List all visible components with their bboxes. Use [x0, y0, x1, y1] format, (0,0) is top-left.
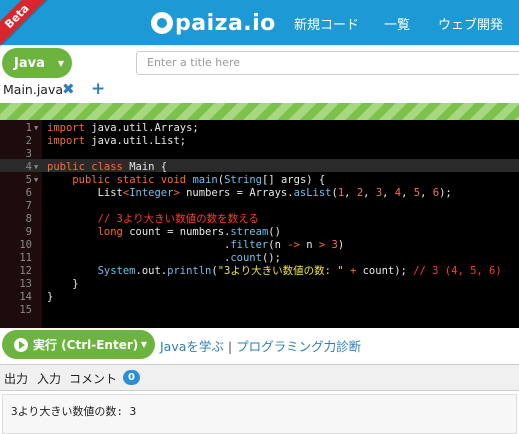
language-select-button[interactable]: Java ▼ [2, 48, 72, 78]
line-number: 7 [25, 200, 32, 212]
code-line: import java.util.List; [47, 135, 187, 147]
nav-web-dev[interactable]: ウェブ開発 [438, 14, 503, 33]
paiza-logo[interactable]: paiza.io [151, 10, 276, 36]
output-panel: 3より大きい数値の数: 3 [2, 394, 517, 434]
line-number: 8 [25, 213, 32, 225]
line-number: 9 [25, 226, 32, 238]
code-line: import java.util.Arrays; [47, 122, 199, 134]
code-line: public static void main(String[] args) { [72, 174, 326, 186]
fold-arrow-icon[interactable]: ▼ [34, 161, 38, 174]
line-number: 15 [19, 304, 32, 316]
code-line: .count(); [47, 252, 281, 264]
tab-input[interactable]: 入力 [37, 370, 61, 387]
code-editor[interactable]: 1 2 3 4 5 6 7 8 9 10 11 12 13 14 15 ▼ ▼ … [0, 120, 519, 328]
code-line: List<Integer> numbers = Arrays.asList(1,… [47, 187, 452, 199]
output-text: 3より大きい数値の数: 3 [11, 405, 137, 418]
play-icon [14, 337, 28, 352]
add-tab-icon[interactable]: + [91, 79, 105, 99]
code-line: } [47, 291, 54, 303]
code-line: // 3より大きい数値の数を数える [97, 213, 259, 225]
line-number: 3 [25, 148, 32, 160]
code-line: .filter(n -> n > 3) [47, 239, 345, 251]
fold-arrow-icon[interactable]: ▼ [34, 174, 38, 187]
line-number: 6 [25, 187, 32, 199]
caret-down-icon[interactable]: ▼ [141, 340, 147, 349]
line-number: 5 [25, 174, 32, 186]
file-tab-bar: Main.java ✖ + [0, 79, 519, 102]
editor-top-stripe [0, 103, 519, 120]
output-tab-bar: 出力 入力 コメント 0 [0, 364, 519, 391]
top-header: Beta paiza.io 新規コード 一覧 ウェブ開発 [0, 0, 519, 49]
run-label: 実行 (Ctrl-Enter) [33, 338, 139, 352]
learn-links: Javaを学ぶ | プログラミング力診断 [160, 336, 361, 355]
line-number: 1 [25, 122, 32, 134]
line-number: 2 [25, 135, 32, 147]
line-number: 14 [19, 291, 32, 303]
learn-java-link[interactable]: Javaを学ぶ [160, 339, 224, 354]
line-number: 4 [25, 161, 32, 173]
code-line: long count = numbers.stream() [97, 226, 281, 238]
fold-arrow-icon[interactable]: ▼ [34, 122, 38, 135]
tab-output[interactable]: 出力 [4, 370, 28, 387]
nav-list[interactable]: 一覧 [384, 14, 410, 33]
nav-new-code[interactable]: 新規コード [294, 14, 359, 33]
language-label: Java [14, 55, 45, 71]
line-number: 10 [19, 239, 32, 251]
logo-text: paiza.io [175, 10, 276, 36]
beta-ribbon: Beta [0, 0, 50, 49]
line-number: 12 [19, 265, 32, 277]
code-line: } [47, 278, 79, 290]
close-tab-icon[interactable]: ✖ [62, 80, 75, 98]
code-line: System.out.println("3より大きい数値の数: " + coun… [97, 265, 502, 277]
line-number: 13 [19, 278, 32, 290]
title-input[interactable]: Enter a title here [136, 51, 519, 75]
caret-down-icon: ▼ [57, 58, 64, 68]
link-separator: | [227, 339, 233, 354]
programming-diagnosis-link[interactable]: プログラミング力診断 [236, 339, 361, 354]
comment-count-badge: 0 [123, 370, 140, 385]
logo-mark-icon [151, 12, 173, 34]
run-button[interactable]: 実行 (Ctrl-Enter) ▼ [2, 330, 155, 359]
file-tab-main-java[interactable]: Main.java [3, 82, 63, 97]
code-line: public class Main { [47, 161, 168, 173]
tab-comment[interactable]: コメント [69, 370, 117, 387]
line-number: 11 [19, 252, 32, 264]
